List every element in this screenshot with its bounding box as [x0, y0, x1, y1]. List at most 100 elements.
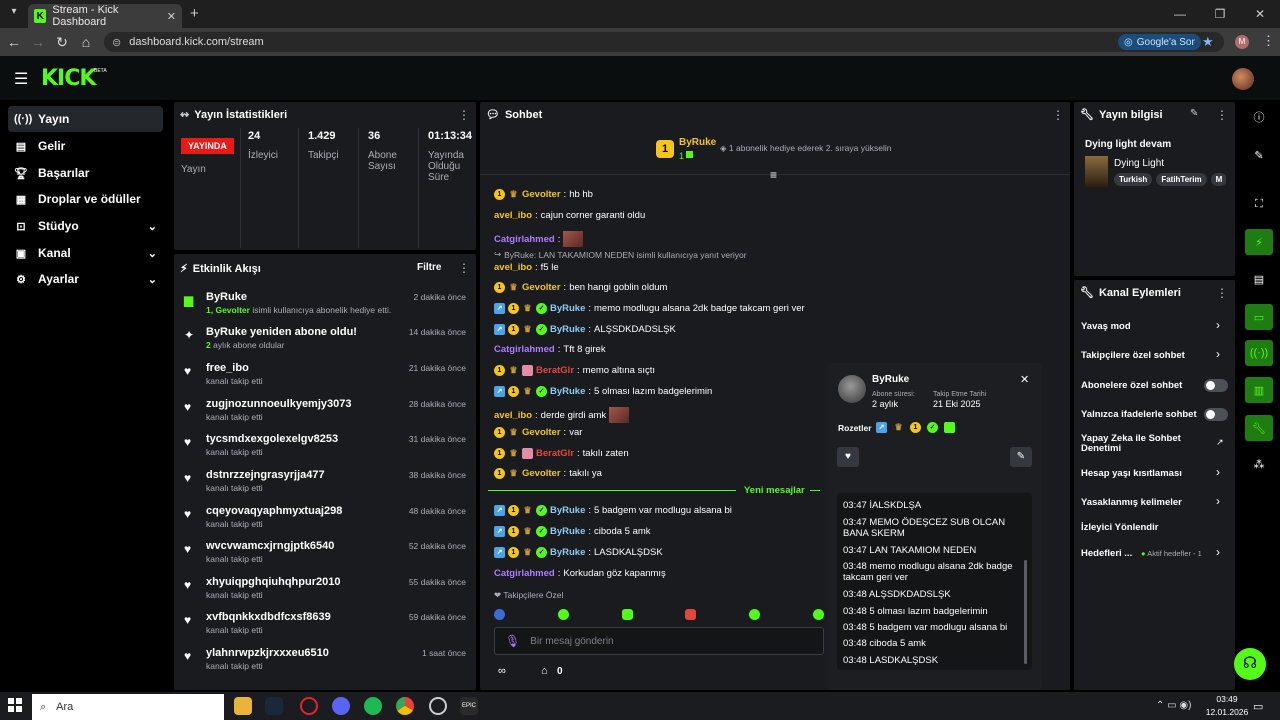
account-age-action[interactable]: Hesap yaşı kısıtlaması [1081, 468, 1182, 479]
channel-actions-menu-icon[interactable]: ⋮ [1216, 286, 1228, 300]
chat-username[interactable]: ByRuke [550, 547, 585, 558]
points-icon[interactable]: ⌂ [541, 665, 548, 677]
sidebar-item-basarilar[interactable]: 🏆︎ Başarılar [8, 160, 163, 186]
followers-only-action[interactable]: Takipçilere özel sohbet [1081, 350, 1185, 361]
activity-item[interactable]: ♥ cqeyovaqyaphmyxtuaj298 kanalı takip et… [180, 505, 470, 539]
follow-heart-icon[interactable]: ♥ [837, 447, 859, 467]
tag-chip[interactable]: M [1210, 173, 1226, 186]
spotify-icon[interactable] [364, 697, 382, 715]
chat-message[interactable]: Catgirlahmed: [494, 231, 586, 247]
url-field[interactable]: ⊜ dashboard.kick.com/stream [104, 32, 1224, 52]
windows-start-icon[interactable] [8, 698, 22, 712]
tray-icons[interactable]: ⌃ ▭ ◉) [1156, 700, 1191, 711]
reload-icon[interactable]: ↻ [50, 34, 74, 51]
forward-icon[interactable]: → [26, 34, 50, 50]
chat-username[interactable]: Gevolter [522, 282, 561, 293]
pinned-user[interactable]: ByRuke [679, 137, 716, 148]
chat-menu-icon[interactable]: ⋮ [1052, 108, 1064, 122]
chat-username[interactable]: ByRuke [550, 324, 585, 335]
discord-icon[interactable] [332, 697, 350, 715]
emote-icon[interactable] [621, 608, 633, 620]
goals-action[interactable]: Hedefleri ... [1081, 548, 1132, 559]
infinity-icon[interactable]: ∞ [498, 665, 506, 677]
chrome-icon[interactable] [396, 697, 414, 715]
viewer-redirect-action[interactable]: İzleyici Yönlendir [1081, 522, 1158, 533]
chat-input[interactable]: 🎙︎ Bir mesaj gönderin [494, 627, 824, 655]
chevron-right-icon[interactable]: › [1216, 347, 1220, 361]
chat-username[interactable]: Catgirlahmed [494, 344, 555, 355]
emote-icon[interactable] [749, 608, 761, 620]
ai-moderation-action[interactable]: Yapay Zeka ile Sohbet Denetimi [1081, 434, 1201, 454]
slow-mode-action[interactable]: Yavaş mod [1081, 321, 1131, 332]
edit-icon[interactable]: ✎ [1190, 108, 1198, 119]
broadcast-icon[interactable]: ((·)) [1245, 340, 1273, 366]
chat-username[interactable]: ByRuke [550, 303, 585, 314]
sidebar-item-studyo[interactable]: ⊡ Stüdyo ⌄ [8, 213, 163, 239]
taskbar-search[interactable]: ⌕ Ara [32, 694, 224, 720]
chevron-right-icon[interactable]: › [1216, 545, 1220, 559]
chat-username[interactable]: Gevolter [522, 468, 561, 479]
emote-icon[interactable] [494, 608, 505, 620]
chat-message[interactable]: ↗ 1 ♛ ✓ ByRuke: LASDKALŞDSK [494, 547, 663, 558]
activity-item[interactable]: ♥ zugjnozunnoeulkyemjy3073 kanalı takip … [180, 398, 470, 432]
chevron-right-icon[interactable]: › [1216, 494, 1220, 508]
external-link-icon[interactable]: ↗ [1216, 437, 1224, 448]
hamburger-menu-icon[interactable]: ☰ [14, 69, 28, 89]
emotes-only-toggle[interactable] [1204, 408, 1228, 421]
activity-item[interactable]: ✦ ByRuke yeniden abone oldu! 2 aylık abo… [180, 326, 470, 360]
chat-message[interactable]: 1 ♛ Gevolter: takılı ya [494, 468, 602, 479]
chat-message[interactable]: avel_ibo: f5 le [494, 262, 559, 273]
emote-icon[interactable] [557, 608, 569, 620]
collapse-icon[interactable]: ≡ [770, 168, 777, 182]
chat-username[interactable]: avel_ibo [494, 262, 532, 273]
tag-chip[interactable]: Turkish [1114, 173, 1153, 186]
activity-item[interactable]: ♥ dstnrzzejngrasyrjja477 kanalı takip et… [180, 469, 470, 503]
chat-username[interactable]: Gevolter [522, 189, 561, 200]
edit-icon[interactable]: ✎ [1245, 142, 1273, 168]
stats-menu-icon[interactable]: ⋮ [458, 108, 470, 122]
support-headset-icon[interactable]: ☊ [1234, 648, 1266, 680]
site-info-icon[interactable]: ⊜ [112, 36, 121, 49]
activity-menu-icon[interactable]: ⋮ [458, 261, 470, 275]
chat-message[interactable]: 1 ♛ Gevolter: hb hb [494, 189, 593, 200]
steam-tool-icon[interactable] [429, 697, 447, 715]
chevron-right-icon[interactable]: › [1216, 318, 1220, 332]
sidebar-item-gelir[interactable]: ▤ Gelir [8, 133, 163, 159]
chat-message[interactable]: ↗ 1 ♛ ✓ ByRuke: ciboda 5 amk [494, 526, 651, 537]
microphone-icon[interactable]: 🎙︎ [505, 634, 520, 648]
info-icon[interactable]: ⓘ [1245, 104, 1273, 130]
chevron-right-icon[interactable]: › [1216, 465, 1220, 479]
chat-message[interactable]: ↗ 1 ♛ ✓ ByRuke: memo modlugu alsana 2dk badge… [494, 303, 805, 314]
tag-chip[interactable]: FatihTerim [1156, 173, 1207, 186]
chat-message[interactable]: 1 ♛ Gevolter: var [494, 427, 582, 438]
chat-username[interactable]: avel_ibo [494, 210, 532, 221]
restore-icon[interactable]: ❐ [1200, 0, 1240, 28]
wrench-icon[interactable]: 🔧︎ [1245, 415, 1273, 441]
users-icon[interactable]: ⁂ [1245, 451, 1273, 477]
chat-username[interactable]: avel_ibo [494, 410, 532, 421]
filter-button[interactable]: Filtre [417, 262, 441, 273]
chat-message[interactable]: 1 ♛ BeratGlr: memo altına sıçtı [494, 365, 655, 376]
chat-username[interactable]: BeratGlr [536, 448, 574, 459]
steam-icon[interactable] [265, 697, 283, 715]
activity-item[interactable]: ♥ xhyuiqpghqiuhqhpur2010 kanalı takip et… [180, 576, 470, 610]
user-avatar[interactable] [1232, 68, 1254, 90]
emote-icon[interactable] [812, 608, 824, 620]
opera-icon[interactable] [300, 697, 318, 715]
mod-tools-icon[interactable]: ✎ [1010, 447, 1032, 467]
subs-only-toggle[interactable] [1204, 379, 1228, 392]
chat-message[interactable]: avel_ibo: derde girdi amk [494, 407, 630, 423]
log-scrollbar[interactable] [1024, 560, 1027, 664]
chat-username[interactable]: Catgirlahmed [494, 234, 555, 245]
close-tab-icon[interactable]: ✕ [167, 10, 176, 23]
popup-username[interactable]: ByRuke [872, 374, 909, 385]
chat-message[interactable]: 1 ♛ Gevolter: ben hangi goblin oldum [494, 282, 667, 293]
chat-message[interactable]: Catgirlahmed: Tft 8 girek [494, 344, 606, 355]
browser-profile-avatar[interactable]: M [1235, 35, 1249, 49]
chat-message[interactable]: ↗ 1 ♛ ✓ ByRuke:5 olması lazım badgelerimin [494, 386, 712, 397]
new-tab-icon[interactable]: + [190, 5, 199, 22]
close-window-icon[interactable]: ✕ [1240, 0, 1280, 28]
emote-icon[interactable] [685, 608, 697, 620]
chat-icon[interactable]: ▭ [1245, 304, 1273, 330]
notification-icon[interactable]: ▭ [1253, 700, 1263, 713]
